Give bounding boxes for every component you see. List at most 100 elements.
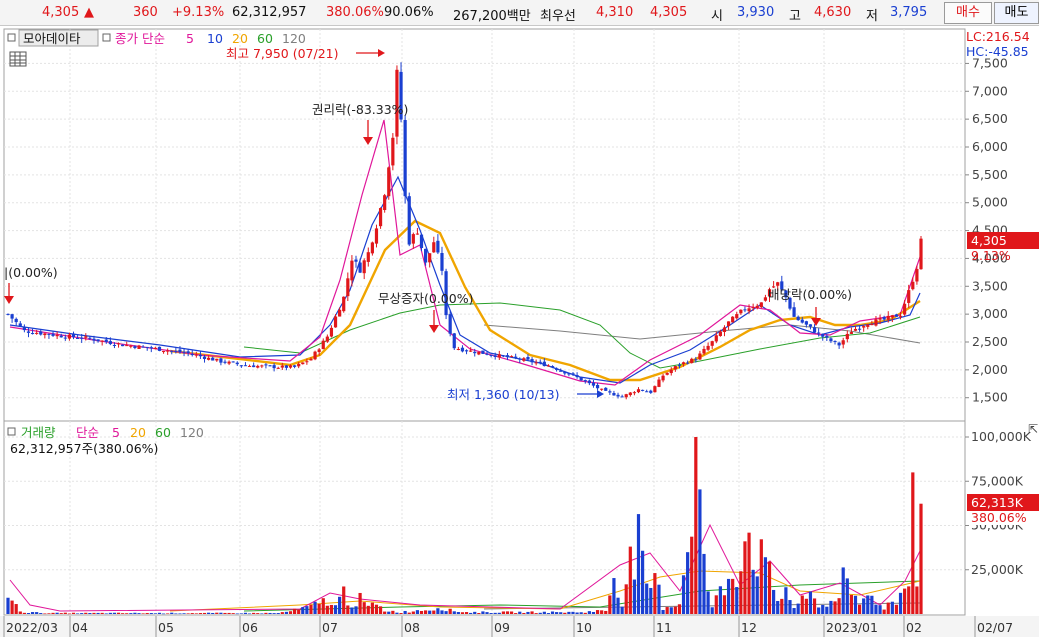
sell-button[interactable]: 매도 [994, 2, 1039, 24]
volume-bar [518, 611, 522, 614]
volume-bar [767, 561, 772, 614]
volume-bar [485, 612, 489, 614]
volume-bar [125, 613, 129, 614]
volume-bar [624, 584, 628, 614]
volume-pct-tag: 380.06% [971, 510, 1027, 525]
price-panel-frame [3, 28, 966, 422]
volume-bar [76, 613, 80, 615]
volume-bar [817, 607, 821, 614]
grid-table-icon[interactable] [9, 51, 27, 67]
date-tick-label: 02/07 [977, 620, 1013, 635]
vol-ma5-legend: 5 [112, 425, 120, 440]
volume-bar [456, 612, 460, 614]
volume-bar [235, 613, 239, 615]
volume-bar [571, 611, 575, 614]
best-ask-label: 최우선 [540, 9, 576, 24]
volume-bar [137, 613, 141, 614]
buy-button[interactable]: 매수 [944, 2, 992, 24]
volume-bar [428, 610, 432, 614]
volume-bar [706, 591, 710, 614]
ma20-legend: 20 [232, 31, 248, 46]
rights-annotation: 권리락(-83.33%) [312, 102, 408, 117]
volume-ma-label: 단순 [76, 425, 99, 440]
volume-bar [645, 583, 649, 614]
stock-chart: 최고 7,950 (07/21) 권리락(-83.33%) 무상증자(0.00%… [0, 28, 1039, 637]
volume-bar [383, 611, 387, 614]
volume-bar [309, 604, 313, 614]
date-tick-label: 08 [404, 620, 420, 635]
volume-bar [788, 600, 792, 614]
volume-bar [358, 592, 362, 614]
volume-bar [792, 608, 796, 614]
volume-bar [243, 612, 248, 614]
volume-bar [853, 595, 858, 614]
price-tick-label: 2,000 [972, 362, 1008, 377]
volume-bar [874, 604, 878, 614]
volume-tick-label: 75,000K [971, 473, 1024, 488]
volume-bar [636, 514, 641, 614]
volume-bar [804, 598, 808, 614]
volume-bar [763, 557, 768, 614]
volume-bar [616, 597, 620, 614]
date-tick-label: 02 [906, 620, 922, 635]
volume-bar [47, 613, 51, 614]
volume-bar [640, 550, 645, 614]
price-change: 360 [133, 5, 158, 20]
volume-bar [178, 613, 182, 615]
volume-bar [92, 612, 96, 614]
volume-bar [735, 587, 739, 614]
expand-icon[interactable]: ⇱ [1028, 422, 1038, 436]
volume-bar [432, 610, 436, 614]
volume-bar [546, 613, 551, 614]
volume-bar [808, 591, 813, 614]
date-tick-label: 2023/01 [826, 620, 878, 635]
volume-bar [534, 613, 538, 614]
volume-bar [374, 604, 379, 614]
volume-bar [227, 612, 231, 614]
volume-bar [604, 610, 608, 614]
volume-bar [559, 612, 563, 614]
ma10-legend: 10 [207, 31, 223, 46]
indicator-toggle-icon[interactable] [102, 33, 111, 42]
volume-tick-label: 25,000K [971, 562, 1024, 577]
price-tick-label: 5,500 [972, 167, 1008, 182]
volume-bar [284, 611, 289, 614]
volume-bar [743, 541, 747, 614]
volume-bar [686, 552, 690, 614]
volume-bar [415, 610, 420, 614]
volume-bar [870, 595, 874, 614]
pct-tag: 9.13% [971, 248, 1011, 263]
volume-bar [26, 613, 31, 614]
volume-bar [71, 612, 76, 614]
volume-bar [538, 612, 542, 614]
volume-bar [247, 613, 252, 615]
volume-bar [575, 612, 579, 614]
volume-bar [731, 578, 735, 614]
volume-bar [522, 612, 526, 614]
low-label: 저 [866, 9, 878, 24]
collapse-icon[interactable] [7, 33, 16, 42]
volume-bar [333, 605, 338, 614]
volume-bar [190, 613, 194, 614]
volume-bar [121, 613, 125, 614]
candle [403, 115, 407, 204]
volume-bar [35, 612, 39, 614]
volume-bar [718, 586, 722, 614]
volume-bar [436, 608, 440, 614]
volume-bar [657, 584, 661, 614]
turnover-ratio: 90.06% [384, 5, 434, 20]
volume-collapse-icon[interactable] [7, 427, 16, 436]
high-annotation: 최고 7,950 (07/21) [226, 46, 339, 61]
volume-bar [252, 612, 256, 614]
volume-bar [661, 609, 665, 614]
volume-bar [256, 613, 260, 614]
volume-bar [321, 598, 325, 614]
volume-bar [260, 613, 264, 615]
volume-bar [80, 613, 84, 614]
volume-bar [129, 613, 133, 614]
volume-bar [301, 607, 305, 614]
volume-bar [714, 595, 718, 614]
volume-bar [784, 587, 788, 614]
volume-bar [567, 611, 571, 614]
volume-bar [305, 606, 309, 614]
